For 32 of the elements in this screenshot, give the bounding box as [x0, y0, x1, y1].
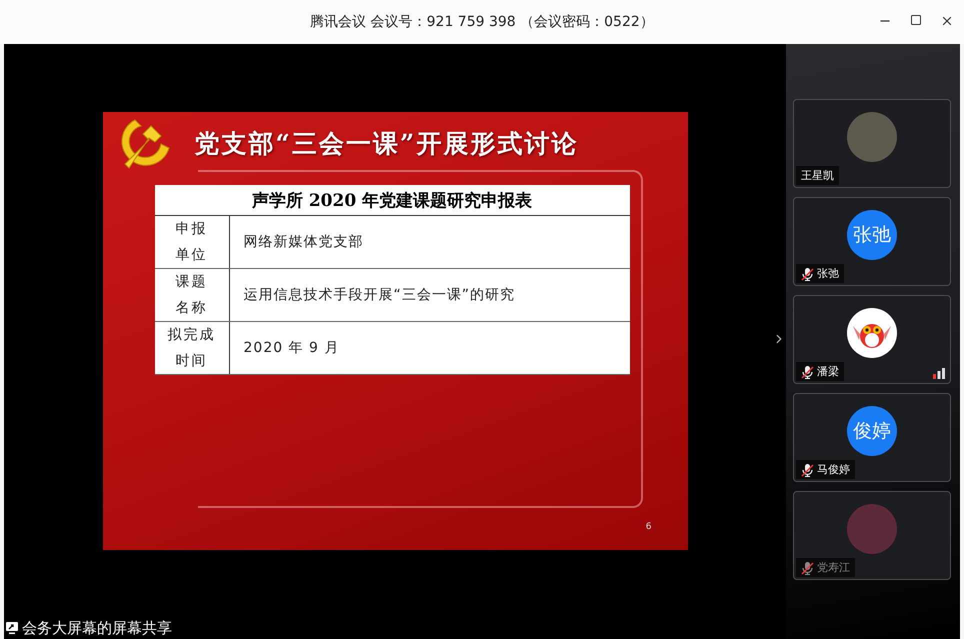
participant-name: 党寿江	[796, 558, 855, 577]
maximize-icon	[910, 14, 922, 26]
muted-microphone-icon	[801, 560, 814, 574]
muted-microphone-icon	[801, 462, 814, 476]
muted-microphone-icon	[801, 364, 814, 378]
table-label-cell: 拟完成 时间	[154, 322, 230, 374]
page-number: 6	[646, 522, 652, 532]
muted-microphone-icon	[801, 266, 814, 280]
table-title: 声学所 2020 年党建课题研究申报表	[154, 185, 630, 216]
participant-tile[interactable]: 党寿江	[793, 491, 951, 580]
slide-heading: 党支部“三会一课”开展形式讨论	[194, 128, 578, 160]
participant-name: 潘梁	[796, 362, 844, 381]
avatar-photo-placeholder	[847, 504, 897, 554]
participant-tile[interactable]: 潘梁	[793, 295, 951, 384]
participant-name: 张弛	[796, 264, 844, 283]
table-value-cell-text: 网络新媒体党支部	[242, 233, 364, 252]
cartoon-avatar	[847, 308, 897, 358]
window-title: 腾讯会议 会议号：921 759 398 （会议密码：0522）	[310, 13, 654, 31]
participant-tile[interactable]: 俊婷 马俊婷	[793, 393, 951, 482]
table-label-cell: 课题 名称	[154, 269, 230, 321]
participant-tile[interactable]: 王星凯	[793, 99, 951, 188]
screen-share-label: 会务大屏幕的屏幕共享	[4, 618, 786, 639]
avatar-photo-placeholder	[847, 112, 897, 162]
initials-avatar: 张弛	[847, 210, 897, 260]
participant-tile[interactable]: 张弛 张弛	[793, 197, 951, 286]
participant-name: 王星凯	[796, 166, 839, 185]
table-value-cell-text: 2020 年 9 月	[242, 339, 340, 358]
close-icon	[940, 14, 954, 28]
table-value-cell-text: 运用信息技术手段开展“三会一课”的研究	[242, 286, 516, 305]
table-label-cell: 申报 单位	[154, 216, 230, 268]
participant-name: 马俊婷	[796, 460, 855, 479]
initials-avatar: 俊婷	[847, 406, 897, 456]
